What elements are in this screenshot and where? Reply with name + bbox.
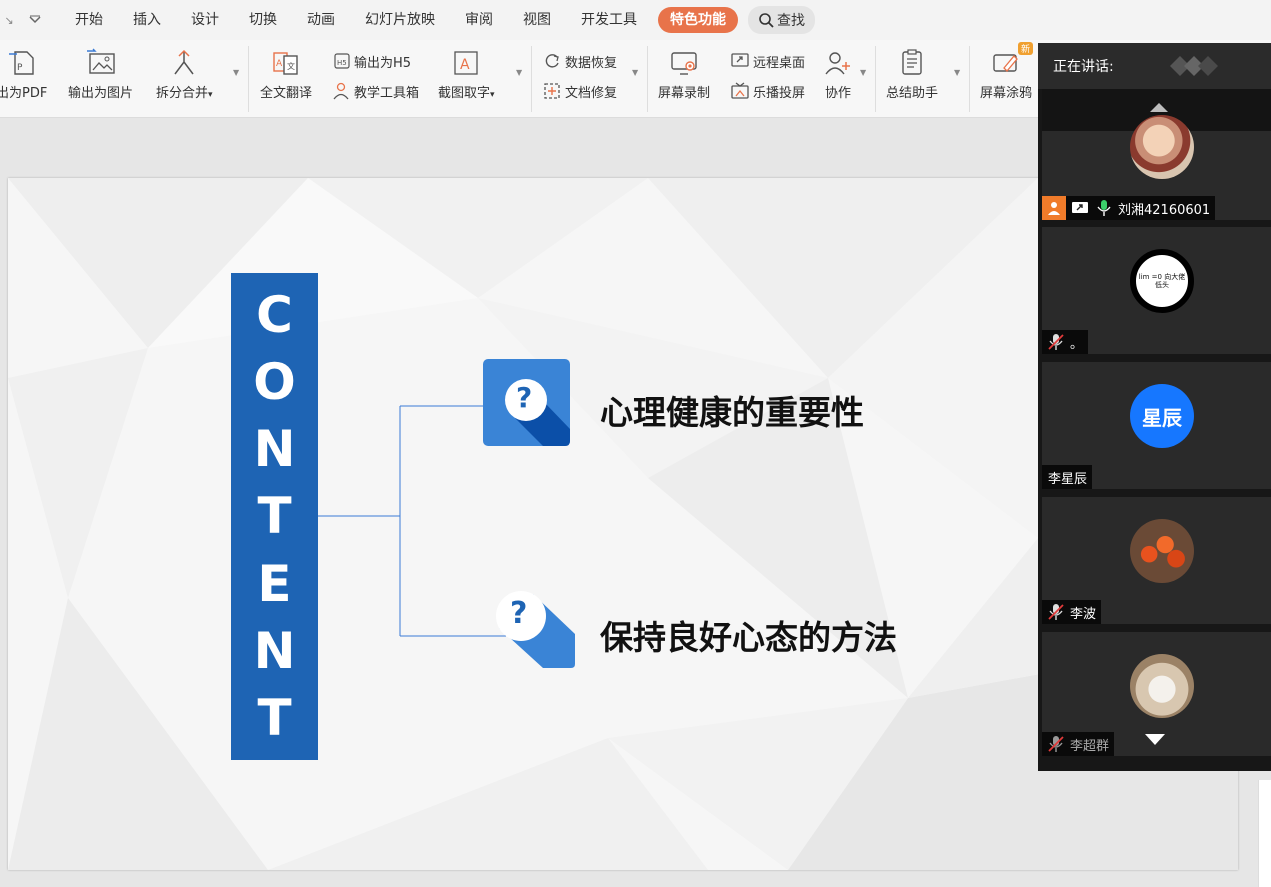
avatar [1130,115,1194,179]
meeting-participants-panel: 正在讲话: 刘湘42160601 lim =0 向大佬低头 。 星辰 李星辰 李… [1038,43,1271,771]
recovery-icon [541,50,563,72]
collaborate-button[interactable]: 协作 [822,46,854,101]
tab-insert[interactable]: 插入 [118,0,176,40]
export-image-button[interactable]: 输出为图片 [68,46,133,101]
microphone-on-icon [1094,198,1114,218]
menu-bar: ↘ 开始 插入 设计 切换 动画 幻灯片放映 审阅 视图 开发工具 特色功能 查… [0,0,1271,40]
group-expand-icon[interactable]: ▼ [954,68,960,77]
avatar [1130,654,1194,718]
tab-animation[interactable]: 动画 [292,0,350,40]
remote-desktop-icon [729,50,751,72]
screen-record-button[interactable]: 屏幕录制 [658,46,710,101]
group-expand-icon[interactable]: ▼ [233,68,239,77]
screenshot-ocr-button[interactable]: A 截图取字▾ [438,46,495,101]
screen-share-icon [1070,198,1090,218]
screen-record-icon [668,46,700,80]
scroll-down-button[interactable] [1038,720,1271,758]
participant-name: 李波 [1042,600,1102,624]
tab-view[interactable]: 视图 [508,0,566,40]
participant-tile[interactable]: 刘湘42160601 [1042,89,1271,220]
pdf-export-icon: P [7,46,37,80]
full-translate-button[interactable]: A文 全文翻译 [260,46,312,101]
tab-review[interactable]: 审阅 [450,0,508,40]
vertical-scrollbar[interactable] [1258,780,1271,887]
question-icon: ? [483,359,570,446]
svg-text:P: P [17,63,23,73]
microphone-muted-icon [1046,332,1066,352]
quick-access-dropdown-icon[interactable] [26,0,44,40]
speaker-logo-icon [1169,56,1218,76]
image-export-icon [85,46,117,80]
microphone-muted-icon [1046,602,1066,622]
h5-icon: H5 [330,50,352,72]
summary-icon [896,46,928,80]
item-positive-mindset-methods[interactable]: 保持良好心态的方法 [600,611,897,659]
search-icon [759,13,774,28]
avatar: 星辰 [1130,384,1194,448]
search-button[interactable]: 查找 [748,6,815,34]
tab-slideshow[interactable]: 幻灯片放映 [350,0,450,40]
svg-text:H5: H5 [337,59,347,67]
group-expand-icon[interactable]: ▼ [860,68,866,77]
tab-design[interactable]: 设计 [176,0,234,40]
svg-text:文: 文 [287,61,295,71]
group-expand-icon[interactable]: ▼ [632,68,638,77]
participant-name: 李星辰 [1042,465,1093,489]
split-merge-icon [169,46,199,80]
collapse-up-icon[interactable] [1150,103,1168,112]
avatar: lim =0 向大佬低头 [1130,249,1194,313]
search-label: 查找 [777,13,805,29]
svg-text:A: A [460,57,470,73]
avatar [1130,519,1194,583]
participant-name: 刘湘42160601 [1042,196,1216,220]
tab-special-features[interactable]: 特色功能 [658,7,738,33]
teaching-toolbox-button[interactable]: 教学工具箱 [330,80,419,102]
add-user-icon [822,46,854,80]
chevron-down-icon [1144,733,1165,745]
participant-tile[interactable]: lim =0 向大佬低头 。 [1042,227,1271,354]
speaking-header: 正在讲话: [1038,43,1271,89]
group-expand-icon[interactable]: ▼ [516,68,522,77]
participant-tile[interactable]: 李波 [1042,497,1271,624]
remote-desktop-button[interactable]: 远程桌面 [729,50,805,72]
host-icon [1042,196,1066,220]
participant-name: 。 [1042,330,1089,354]
ocr-icon: A [450,46,482,80]
tab-transition[interactable]: 切换 [234,0,292,40]
translate-icon: A文 [270,46,302,80]
quick-access-arrow-icon[interactable]: ↘ [0,0,18,40]
repair-icon [541,80,563,102]
teacher-icon [330,80,352,102]
participant-tile[interactable]: 星辰 李星辰 [1042,362,1271,489]
summary-helper-button[interactable]: 总结助手 [886,46,938,101]
doc-repair-button[interactable]: 文档修复 [541,80,617,102]
new-badge: 新 [1018,42,1034,55]
data-recovery-button[interactable]: 数据恢复 [541,50,617,72]
export-h5-button[interactable]: H5 输出为H5 [330,50,411,72]
item-mental-health-importance[interactable]: 心理健康的重要性 [600,386,864,434]
split-merge-button[interactable]: 拆分合并▾ [156,46,213,101]
svg-text:A: A [276,59,283,69]
cast-icon [729,80,751,102]
export-pdf-button[interactable]: P 出为PDF [0,46,47,101]
tab-home[interactable]: 开始 [60,0,118,40]
tab-developer[interactable]: 开发工具 [566,0,652,40]
cast-screen-button[interactable]: 乐播投屏 [729,80,805,102]
question-icon: ? [495,588,579,668]
